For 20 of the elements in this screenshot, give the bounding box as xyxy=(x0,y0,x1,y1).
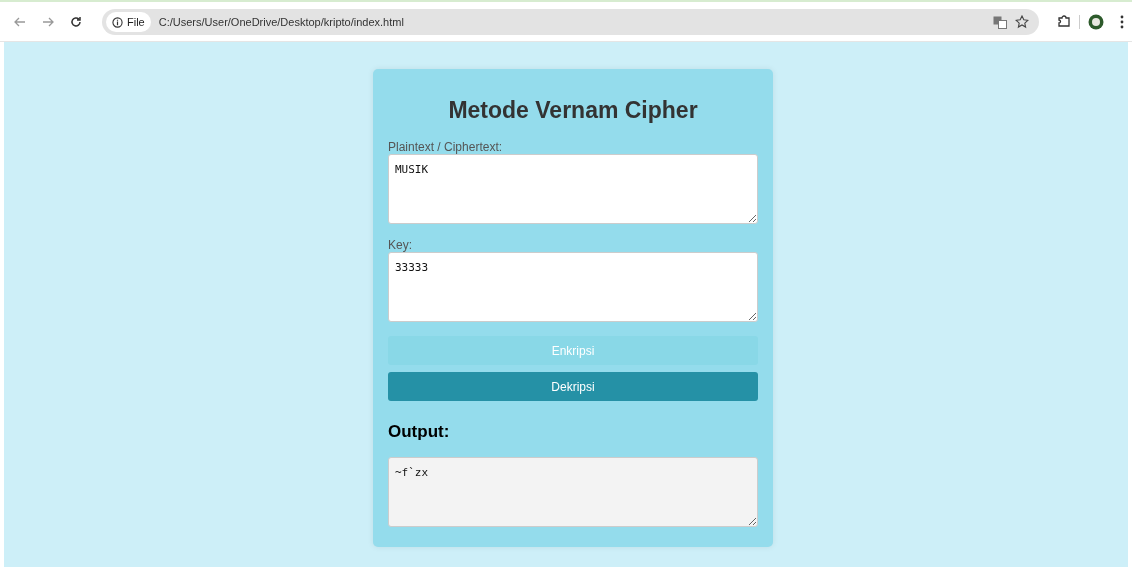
info-icon xyxy=(112,16,123,28)
text-area[interactable]: MUSIK xyxy=(388,154,758,224)
field-label: Plaintext / Ciphertext: xyxy=(388,140,504,154)
field-label: Key: xyxy=(388,238,413,252)
reload-icon xyxy=(70,16,82,28)
menu-icon[interactable] xyxy=(1120,15,1124,29)
text-area[interactable]: 33333 xyxy=(388,252,758,322)
page-title: Metode Vernam Cipher xyxy=(447,97,699,124)
url-text: C:/Users/User/OneDrive/Desktop/kripto/index.html xyxy=(158,16,405,28)
translate-icon[interactable] xyxy=(993,15,1007,29)
decrypt-button[interactable]: Dekripsi xyxy=(388,372,758,401)
output-heading: Output: xyxy=(388,422,451,442)
back-arrow-icon xyxy=(14,16,26,28)
output-area[interactable]: ~f`zx xyxy=(388,457,758,527)
site-info-chip[interactable]: File xyxy=(106,12,151,32)
forward-arrow-icon xyxy=(42,16,54,28)
puzzle-piece-icon[interactable] xyxy=(1057,15,1071,29)
address-bar[interactable]: File C:/Users/User/OneDrive/Desktop/kripto/index.html xyxy=(102,9,1039,35)
profile-avatar-icon[interactable] xyxy=(1088,14,1104,30)
star-icon[interactable] xyxy=(1015,15,1029,29)
